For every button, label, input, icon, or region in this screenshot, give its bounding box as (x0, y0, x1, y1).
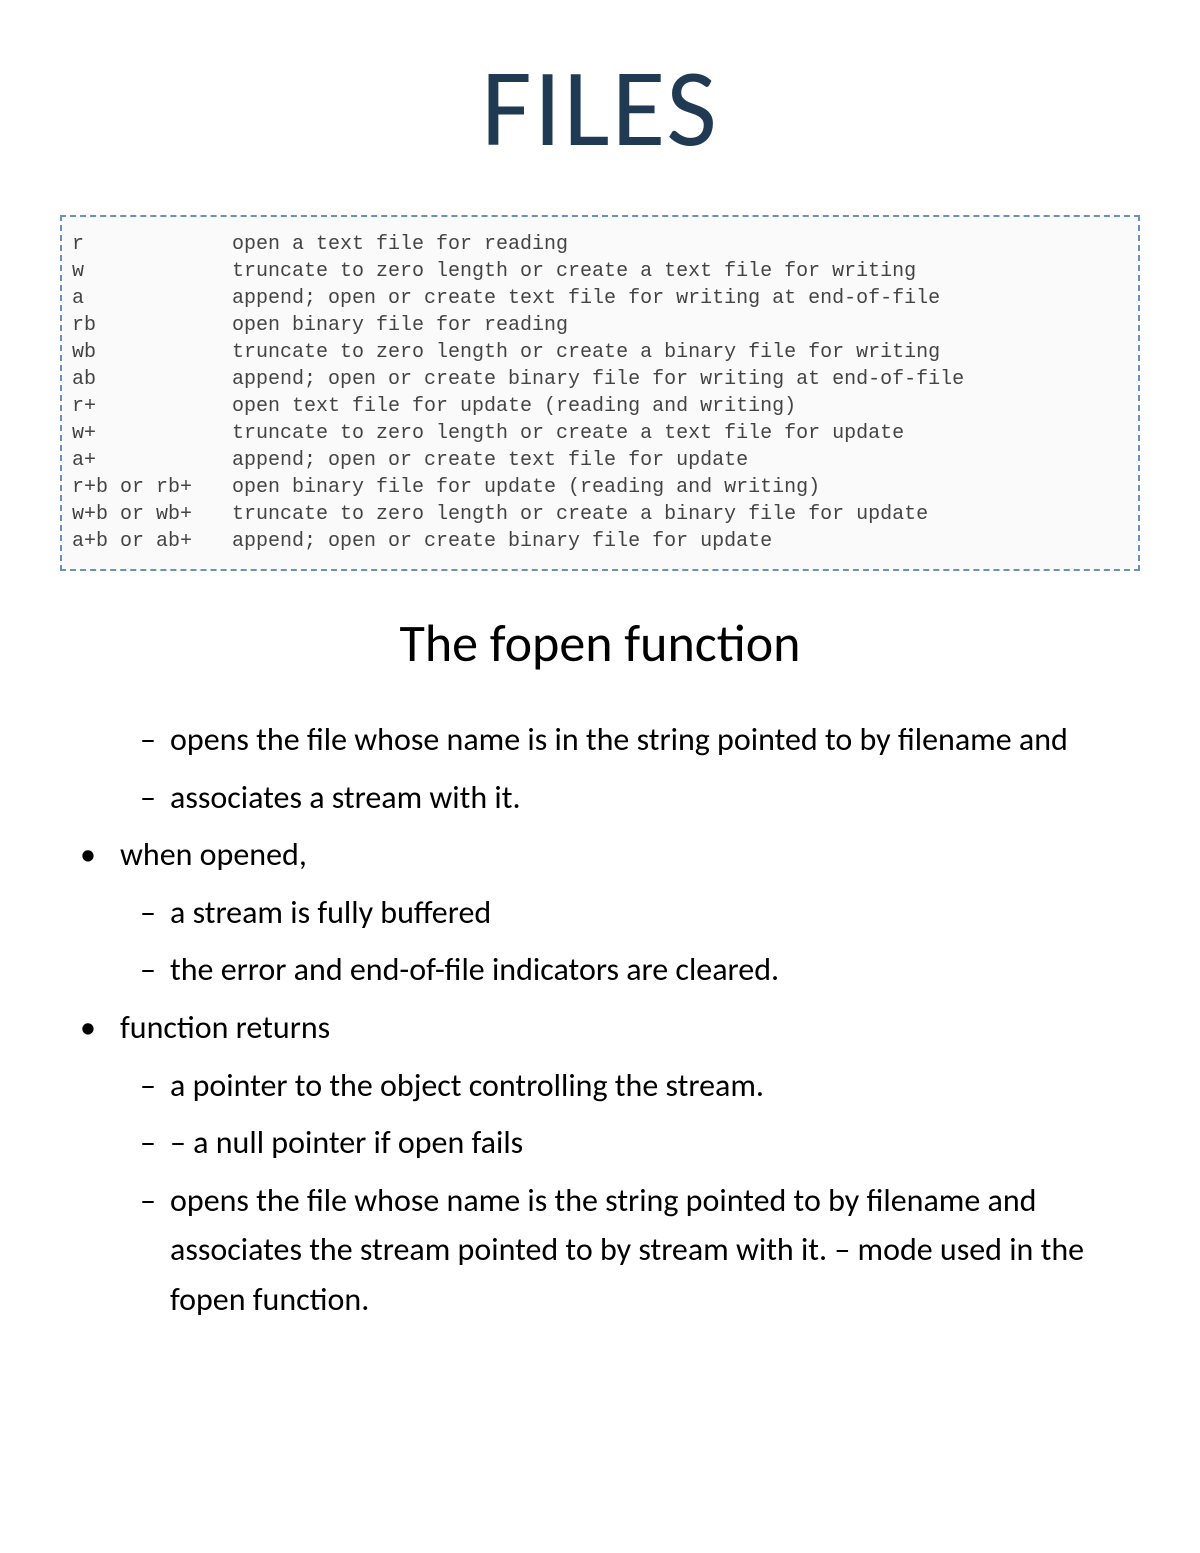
mode-cell: r (72, 231, 232, 258)
body-content: – opens the file whose name is in the st… (60, 715, 1140, 1325)
table-row: wbtruncate to zero length or create a bi… (72, 339, 964, 366)
table-row: rbopen binary file for reading (72, 312, 964, 339)
desc-cell: truncate to zero length or create a bina… (232, 339, 964, 366)
desc-cell: truncate to zero length or create a bina… (232, 501, 964, 528)
desc-cell: open text file for update (reading and w… (232, 393, 964, 420)
body-text: opens the file whose name is in the stri… (170, 715, 1120, 765)
body-text: when opened, (120, 830, 1120, 880)
dash-icon: – (140, 945, 170, 995)
desc-cell: open binary file for update (reading and… (232, 474, 964, 501)
list-item: – a stream is fully buffered (80, 888, 1120, 938)
body-text: a stream is fully buffered (170, 888, 1120, 938)
document-page: FILES ropen a text file for readingwtrun… (0, 0, 1200, 1393)
bullet-icon: • (80, 1003, 120, 1053)
dash-icon: – (140, 773, 170, 823)
mode-cell: r+b or rb+ (72, 474, 232, 501)
table-row: a+b or ab+append; open or create binary … (72, 528, 964, 555)
mode-cell: r+ (72, 393, 232, 420)
mode-cell: rb (72, 312, 232, 339)
table-row: r+open text file for update (reading and… (72, 393, 964, 420)
mode-cell: a (72, 285, 232, 312)
list-item: – associates a stream with it. (80, 773, 1120, 823)
page-title: FILES (60, 40, 1140, 175)
dash-icon: – (140, 1176, 170, 1325)
mode-cell: a+ (72, 447, 232, 474)
desc-cell: append; open or create text file for upd… (232, 447, 964, 474)
dash-icon: – (140, 1118, 170, 1168)
desc-cell: append; open or create text file for wri… (232, 285, 964, 312)
dash-icon: – (140, 1061, 170, 1111)
mode-cell: wb (72, 339, 232, 366)
body-text: associates a stream with it. (170, 773, 1120, 823)
dash-icon: – (140, 715, 170, 765)
table-row: w+b or wb+truncate to zero length or cre… (72, 501, 964, 528)
table-row: wtruncate to zero length or create a tex… (72, 258, 964, 285)
dash-icon: – (140, 888, 170, 938)
body-text: – a null pointer if open fails (170, 1118, 1120, 1168)
desc-cell: open binary file for reading (232, 312, 964, 339)
mode-table-box: ropen a text file for readingwtruncate t… (60, 215, 1140, 571)
table-row: ropen a text file for reading (72, 231, 964, 258)
mode-cell: w (72, 258, 232, 285)
mode-cell: w+ (72, 420, 232, 447)
desc-cell: truncate to zero length or create a text… (232, 258, 964, 285)
section-subtitle: The fopen function (60, 611, 1140, 675)
list-item: – – a null pointer if open fails (80, 1118, 1120, 1168)
mode-cell: a+b or ab+ (72, 528, 232, 555)
table-row: w+truncate to zero length or create a te… (72, 420, 964, 447)
list-item: • when opened, (80, 830, 1120, 880)
body-text: function returns (120, 1003, 1120, 1053)
list-item: – the error and end-of-file indicators a… (80, 945, 1120, 995)
body-text: the error and end-of-file indicators are… (170, 945, 1120, 995)
table-row: aappend; open or create text file for wr… (72, 285, 964, 312)
mode-cell: w+b or wb+ (72, 501, 232, 528)
body-text: opens the file whose name is the string … (170, 1176, 1120, 1325)
desc-cell: append; open or create binary file for w… (232, 366, 964, 393)
table-row: r+b or rb+open binary file for update (r… (72, 474, 964, 501)
body-text: a pointer to the object controlling the … (170, 1061, 1120, 1111)
mode-cell: ab (72, 366, 232, 393)
list-item: – opens the file whose name is the strin… (80, 1176, 1120, 1325)
table-row: abappend; open or create binary file for… (72, 366, 964, 393)
desc-cell: open a text file for reading (232, 231, 964, 258)
list-item: – opens the file whose name is in the st… (80, 715, 1120, 765)
mode-table: ropen a text file for readingwtruncate t… (72, 231, 964, 555)
list-item: – a pointer to the object controlling th… (80, 1061, 1120, 1111)
list-item: • function returns (80, 1003, 1120, 1053)
table-row: a+append; open or create text file for u… (72, 447, 964, 474)
desc-cell: append; open or create binary file for u… (232, 528, 964, 555)
desc-cell: truncate to zero length or create a text… (232, 420, 964, 447)
bullet-icon: • (80, 830, 120, 880)
